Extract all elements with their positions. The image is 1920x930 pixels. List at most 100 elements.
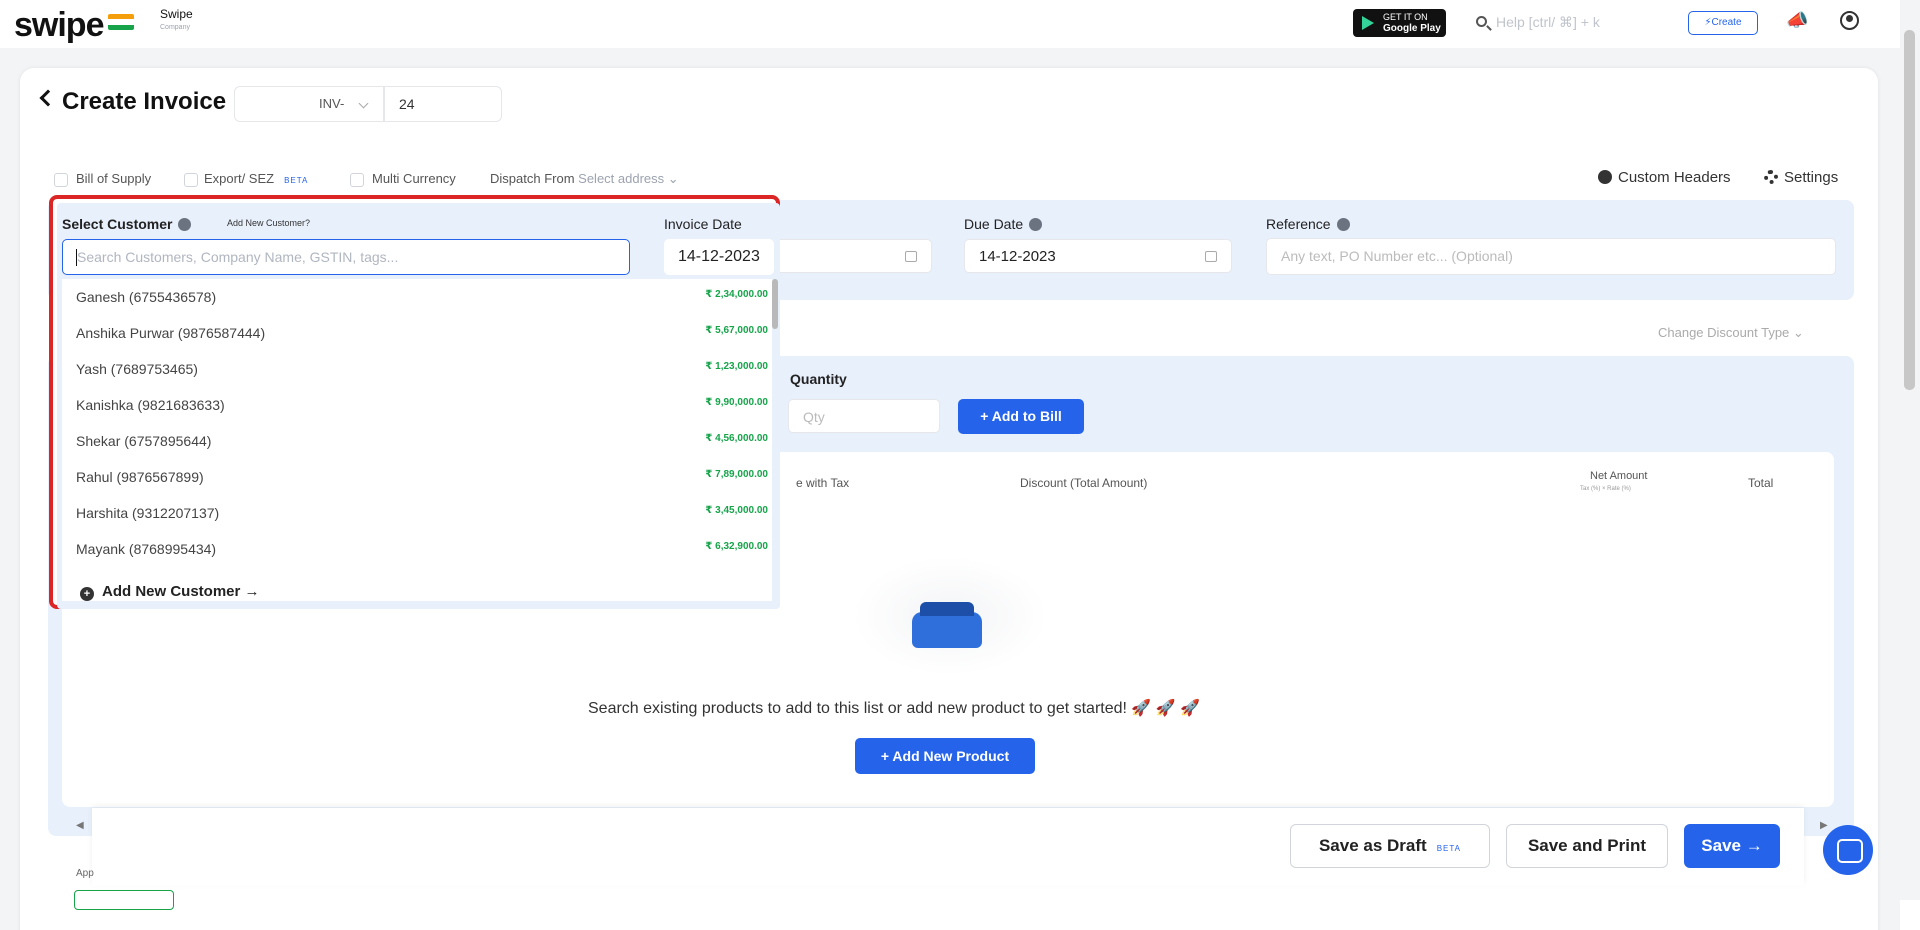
company-subtitle: Company — [160, 24, 190, 31]
customer-list-item[interactable]: Yash (7689753465) ₹ 1,23,000.00 — [62, 351, 768, 387]
due-date-input[interactable]: 14-12-2023 — [964, 239, 1232, 273]
google-play-small-text: GET IT ON — [1383, 12, 1428, 22]
customer-name: Mayank (8768995434) — [76, 541, 217, 557]
invoice-number-input[interactable]: 24 — [384, 86, 502, 122]
export-sez-text: Export/ SEZ — [204, 171, 275, 186]
custom-headers-label: Custom Headers — [1618, 169, 1731, 186]
customer-list-item[interactable]: Harshita (9312207137) ₹ 3,45,000.00 — [62, 495, 768, 531]
export-sez-checkbox[interactable] — [184, 173, 198, 187]
footer-left-label: App — [76, 868, 94, 879]
customer-list-item[interactable]: Kanishka (9821683633) ₹ 9,90,000.00 — [62, 387, 768, 423]
settings-button[interactable]: Settings — [1764, 169, 1838, 186]
customer-name: Yash (7689753465) — [76, 361, 198, 377]
calendar-icon — [905, 251, 917, 262]
gear-icon — [1764, 170, 1778, 184]
scroll-right-icon[interactable]: ▶ — [1820, 820, 1828, 831]
save-as-draft-button[interactable]: Save as Draft BETA — [1290, 824, 1490, 868]
quantity-label: Quantity — [790, 371, 847, 387]
add-new-product-button[interactable]: + Add New Product — [855, 738, 1035, 774]
help-search-input[interactable]: Help [ctrl/ ⌘] + k — [1468, 8, 1658, 38]
plus-circle-icon: + — [80, 587, 94, 601]
search-icon — [1476, 16, 1487, 27]
user-account-icon[interactable] — [1840, 11, 1859, 30]
empty-inbox-icon — [912, 602, 982, 648]
bill-of-supply-checkbox[interactable] — [54, 173, 68, 187]
reference-label-text: Reference — [1266, 216, 1331, 232]
green-action-box[interactable] — [74, 890, 174, 910]
add-to-bill-button[interactable]: + Add to Bill — [958, 399, 1084, 434]
invoice-prefix-select[interactable]: INV- — [234, 86, 384, 122]
customer-list-item[interactable]: Anshika Purwar (9876587444) ₹ 5,67,000.0… — [62, 315, 768, 351]
custom-headers-button[interactable]: Custom Headers — [1598, 169, 1731, 186]
help-placeholder: Help [ctrl/ ⌘] + k — [1496, 14, 1600, 30]
save-and-print-button[interactable]: Save and Print — [1506, 824, 1668, 868]
customer-list-item[interactable]: Rahul (9876567899) ₹ 7,89,000.00 — [62, 459, 768, 495]
megaphone-icon[interactable]: 📣 — [1786, 10, 1808, 31]
help-icon[interactable] — [1029, 218, 1043, 231]
customer-list-item[interactable]: Mayank (8768995434) ₹ 6,32,900.00 — [62, 531, 768, 567]
customer-balance: ₹ 3,45,000.00 — [705, 505, 768, 516]
multi-currency-label: Multi Currency — [372, 171, 456, 186]
dispatch-from[interactable]: Dispatch From Select address ⌄ — [490, 171, 679, 187]
company-name[interactable]: Swipe — [160, 7, 193, 21]
customer-list-item[interactable]: Ganesh (6755436578) ₹ 2,34,000.00 — [62, 279, 768, 315]
add-new-customer-button[interactable]: + Add New Customer → — [80, 583, 260, 601]
save-button[interactable]: Save → — [1684, 824, 1780, 868]
calendar-icon — [1205, 251, 1217, 262]
info-circle-icon — [1598, 170, 1612, 184]
add-new-customer-label: Add New Customer → — [102, 583, 260, 600]
play-store-icon — [1362, 16, 1374, 30]
column-price-with-tax: e with Tax — [796, 476, 850, 490]
page-scrollbar-thumb[interactable] — [1904, 30, 1915, 390]
customer-balance: ₹ 1,23,000.00 — [705, 361, 768, 372]
reference-input[interactable]: Any text, PO Number etc... (Optional) — [1266, 238, 1836, 275]
swipe-logo[interactable]: swipe — [14, 6, 104, 45]
settings-label: Settings — [1784, 169, 1839, 186]
multi-currency-checkbox[interactable] — [350, 173, 364, 187]
invoice-date-input[interactable]: 14-12-2023 — [664, 239, 774, 275]
customer-balance: ₹ 4,56,000.00 — [705, 433, 768, 444]
customer-balance: ₹ 2,34,000.00 — [705, 289, 768, 300]
save-draft-label: Save as Draft — [1318, 836, 1427, 855]
customer-name: Ganesh (6755436578) — [76, 289, 217, 305]
create-button[interactable]: ⚡Create — [1688, 11, 1758, 35]
customer-balance: ₹ 6,32,900.00 — [705, 541, 768, 552]
change-discount-label: Change Discount Type — [1658, 325, 1790, 340]
dispatch-from-label: Dispatch From — [490, 171, 575, 186]
customer-name: Rahul (9876567899) — [76, 469, 204, 485]
customer-list-item[interactable]: Shekar (6757895644) ₹ 4,56,000.00 — [62, 423, 768, 459]
customer-search-input[interactable]: Search Customers, Company Name, GSTIN, t… — [62, 239, 630, 275]
customer-balance: ₹ 5,67,000.00 — [705, 325, 768, 336]
add-new-customer-link[interactable]: Add New Customer? — [227, 218, 310, 228]
invoice-prefix-value: INV- — [319, 96, 345, 111]
select-customer-text: Select Customer — [62, 216, 173, 232]
help-icon[interactable] — [1336, 218, 1350, 231]
due-date-label: Due Date — [964, 216, 1043, 232]
empty-state-text: Search existing products to add to this … — [588, 700, 1201, 717]
column-net-amount-sub: Tax (%) × Rate (%) — [1580, 486, 1631, 492]
quantity-input[interactable]: Qty — [788, 399, 940, 433]
customer-name: Harshita (9312207137) — [76, 505, 220, 521]
change-discount-type-button[interactable]: Change Discount Type ⌄ — [1658, 325, 1804, 341]
reference-label: Reference — [1266, 216, 1350, 232]
bill-of-supply-label: Bill of Supply — [76, 171, 152, 186]
chat-support-icon[interactable] — [1823, 825, 1873, 875]
google-play-button[interactable]: GET IT ON Google Play — [1353, 9, 1446, 37]
india-flag-icon — [108, 14, 134, 30]
top-bar: swipe Swipe Company GET IT ON Google Pla… — [0, 0, 1900, 48]
help-icon[interactable] — [178, 218, 192, 231]
page-title: Create Invoice — [62, 88, 227, 115]
select-customer-label: Select Customer — [62, 216, 192, 232]
customer-list-scrollbar[interactable] — [772, 279, 778, 329]
customer-balance: ₹ 9,90,000.00 — [705, 397, 768, 408]
customer-name: Anshika Purwar (9876587444) — [76, 325, 266, 341]
beta-badge: BETA — [1436, 844, 1462, 853]
chevron-down-icon: ⌄ — [667, 171, 679, 186]
google-play-big-text: Google Play — [1383, 22, 1441, 34]
invoice-date-label: Invoice Date — [664, 216, 742, 232]
due-date-label-text: Due Date — [964, 216, 1024, 232]
scroll-left-icon[interactable]: ◀ — [76, 820, 84, 831]
chevron-down-icon — [358, 98, 369, 109]
dispatch-address-select[interactable]: Select address — [578, 171, 664, 186]
export-sez-label: Export/ SEZ BETA — [204, 171, 308, 186]
